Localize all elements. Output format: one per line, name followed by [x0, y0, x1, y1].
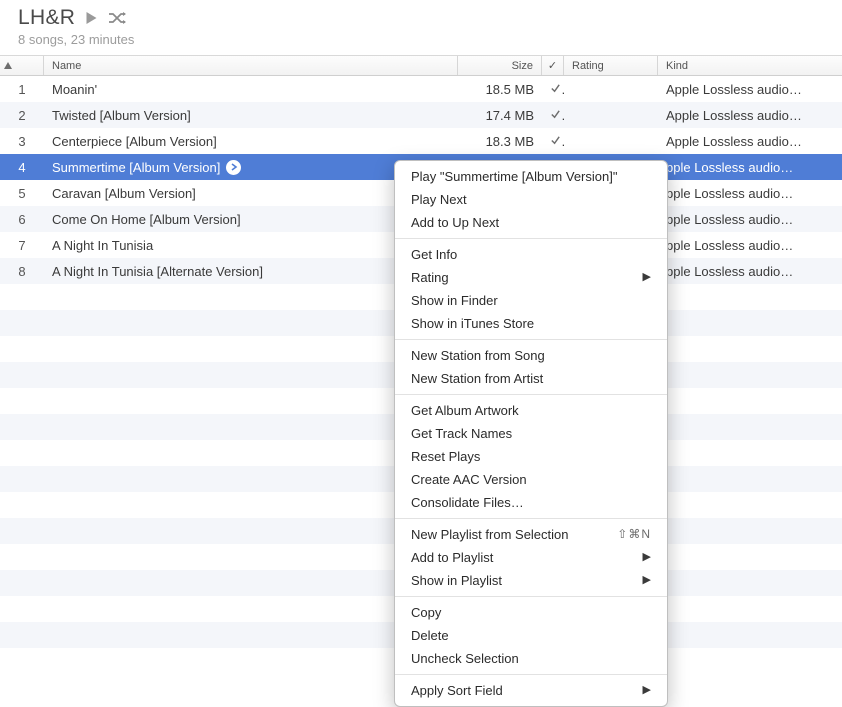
menu-item-label: Delete [411, 627, 449, 644]
col-header-size[interactable]: Size [458, 56, 542, 75]
menu-item-label: Apply Sort Field [411, 682, 503, 699]
track-size: 17.4 MB [458, 108, 542, 123]
track-index: 3 [0, 134, 44, 149]
menu-separator [395, 238, 667, 239]
track-index: 5 [0, 186, 44, 201]
playlist-subtitle: 8 songs, 23 minutes [18, 32, 842, 47]
track-size: 18.5 MB [458, 82, 542, 97]
menu-shortcut: ⇧⌘N [617, 526, 651, 543]
menu-item-label: Add to Playlist [411, 549, 493, 566]
menu-item[interactable]: Add to Up Next [395, 211, 667, 234]
track-index: 4 [0, 160, 44, 175]
menu-separator [395, 674, 667, 675]
sort-ascending-icon [4, 60, 12, 72]
track-kind: pple Lossless audio… [658, 212, 842, 227]
menu-item-label: Add to Up Next [411, 214, 499, 231]
track-kind: pple Lossless audio… [658, 238, 842, 253]
menu-item[interactable]: Get Track Names [395, 422, 667, 445]
menu-item[interactable]: Reset Plays [395, 445, 667, 468]
menu-item-label: New Station from Song [411, 347, 545, 364]
menu-item[interactable]: Show in Finder [395, 289, 667, 312]
menu-separator [395, 339, 667, 340]
track-checked[interactable] [542, 134, 564, 149]
track-index: 1 [0, 82, 44, 97]
menu-item[interactable]: Uncheck Selection [395, 647, 667, 670]
menu-item[interactable]: Delete [395, 624, 667, 647]
menu-separator [395, 518, 667, 519]
submenu-arrow-icon: ▶ [643, 682, 651, 699]
menu-item-label: Show in Finder [411, 292, 498, 309]
track-kind: pple Lossless audio… [658, 186, 842, 201]
menu-item-label: Copy [411, 604, 441, 621]
menu-item[interactable]: Play "Summertime [Album Version]" [395, 165, 667, 188]
track-kind: Apple Lossless audio… [658, 134, 842, 149]
track-index: 8 [0, 264, 44, 279]
menu-item-label: New Station from Artist [411, 370, 543, 387]
menu-item-label: Show in Playlist [411, 572, 502, 589]
menu-item-label: Show in iTunes Store [411, 315, 534, 332]
track-name: Centerpiece [Album Version] [44, 134, 458, 149]
menu-item-label: Play Next [411, 191, 467, 208]
chevron-right-icon[interactable] [226, 160, 241, 175]
submenu-arrow-icon: ▶ [643, 269, 651, 286]
table-row[interactable]: 1Moanin'18.5 MB Apple Lossless audio… [0, 76, 842, 102]
menu-item[interactable]: Get Info [395, 243, 667, 266]
col-header-name[interactable]: Name [44, 56, 458, 75]
menu-item-label: New Playlist from Selection [411, 526, 569, 543]
col-header-kind[interactable]: Kind [658, 56, 842, 75]
menu-item[interactable]: Get Album Artwork [395, 399, 667, 422]
submenu-arrow-icon: ▶ [643, 549, 651, 566]
menu-item[interactable]: New Station from Artist [395, 367, 667, 390]
menu-separator [395, 596, 667, 597]
play-icon[interactable] [85, 11, 98, 25]
track-name: Moanin' [44, 82, 458, 97]
track-index: 6 [0, 212, 44, 227]
col-header-index[interactable] [0, 56, 44, 75]
track-kind: pple Lossless audio… [658, 160, 842, 175]
menu-item-label: Get Info [411, 246, 457, 263]
track-index: 7 [0, 238, 44, 253]
column-headers: Name Size ✓ Rating Kind [0, 56, 842, 76]
menu-item[interactable]: Consolidate Files… [395, 491, 667, 514]
track-kind: Apple Lossless audio… [658, 82, 842, 97]
context-menu[interactable]: Play "Summertime [Album Version]" Play Ne… [394, 160, 668, 707]
menu-item-label: Uncheck Selection [411, 650, 519, 667]
menu-item[interactable]: Rating ▶ [395, 266, 667, 289]
playlist-title: LH&R [18, 6, 75, 30]
menu-item[interactable]: Play Next [395, 188, 667, 211]
track-checked[interactable] [542, 82, 564, 97]
menu-item-label: Rating [411, 269, 449, 286]
col-header-checked[interactable]: ✓ [542, 56, 564, 75]
menu-item-label: Get Album Artwork [411, 402, 519, 419]
track-checked[interactable] [542, 108, 564, 123]
menu-item[interactable]: New Station from Song [395, 344, 667, 367]
menu-item[interactable]: Show in iTunes Store [395, 312, 667, 335]
menu-item-label: Get Track Names [411, 425, 512, 442]
menu-item[interactable]: Apply Sort Field ▶ [395, 679, 667, 702]
menu-item-label: Reset Plays [411, 448, 480, 465]
menu-separator [395, 394, 667, 395]
playlist-header: LH&R 8 songs, 23 minutes [0, 0, 842, 56]
submenu-arrow-icon: ▶ [643, 572, 651, 589]
track-size: 18.3 MB [458, 134, 542, 149]
menu-item-label: Play "Summertime [Album Version]" [411, 168, 617, 185]
menu-item-label: Create AAC Version [411, 471, 527, 488]
menu-item[interactable]: Create AAC Version [395, 468, 667, 491]
table-row[interactable]: 3Centerpiece [Album Version]18.3 MB Apple… [0, 128, 842, 154]
menu-item[interactable]: New Playlist from Selection ⇧⌘N [395, 523, 667, 546]
menu-item-label: Consolidate Files… [411, 494, 524, 511]
track-index: 2 [0, 108, 44, 123]
menu-item[interactable]: Add to Playlist ▶ [395, 546, 667, 569]
col-header-rating[interactable]: Rating [564, 56, 658, 75]
menu-item[interactable]: Copy [395, 601, 667, 624]
menu-item[interactable]: Show in Playlist ▶ [395, 569, 667, 592]
track-kind: pple Lossless audio… [658, 264, 842, 279]
track-kind: Apple Lossless audio… [658, 108, 842, 123]
track-name: Twisted [Album Version] [44, 108, 458, 123]
shuffle-icon[interactable] [108, 11, 128, 25]
table-row[interactable]: 2Twisted [Album Version]17.4 MB Apple Los… [0, 102, 842, 128]
